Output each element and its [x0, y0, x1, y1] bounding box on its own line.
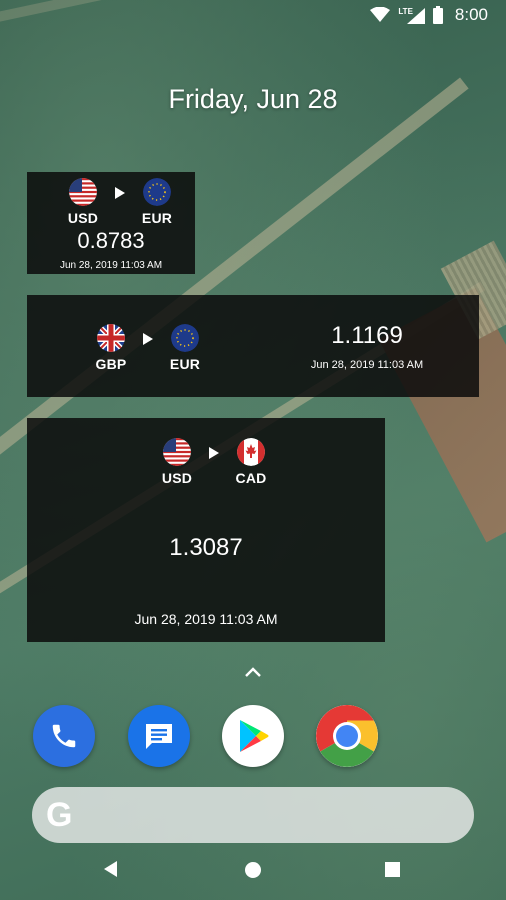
uk-flag-icon — [97, 324, 125, 352]
exchange-rate: 0.8783 — [77, 228, 145, 253]
navigation-bar — [0, 840, 506, 900]
from-currency-code: USD — [67, 210, 99, 226]
update-timestamp: Jun 28, 2019 11:03 AM — [59, 260, 163, 271]
arrow-right-icon — [209, 447, 219, 459]
google-g-icon: G — [46, 795, 73, 834]
status-bar: LTE 8:00 — [0, 0, 506, 30]
battery-icon — [432, 6, 443, 24]
home-icon[interactable] — [245, 862, 261, 878]
currency-widget-usd-cad[interactable]: USD CAD 1.3087 Jun 28, 2019 11:03 AM — [27, 418, 385, 642]
back-icon[interactable] — [104, 861, 117, 877]
play-store-app-icon[interactable] — [222, 705, 284, 767]
update-timestamp: Jun 28, 2019 11:03 AM — [310, 359, 424, 371]
exchange-rate: 1.3087 — [169, 534, 243, 561]
currency-pair: USD EUR — [63, 178, 177, 226]
update-timestamp: Jun 28, 2019 11:03 AM — [134, 611, 278, 627]
arrow-right-icon — [143, 333, 153, 345]
to-currency-code: EUR — [169, 356, 201, 372]
currency-pair: USD CAD — [157, 438, 271, 486]
us-flag-icon — [69, 178, 97, 206]
clock: 8:00 — [454, 5, 488, 24]
currency-pair: GBP EUR — [91, 324, 205, 372]
dock — [0, 705, 506, 769]
canada-flag-icon — [237, 438, 265, 466]
wifi-icon — [370, 7, 391, 22]
currency-widget-gbp-eur[interactable]: GBP EUR 1.1169 Jun 28, 2019 11:03 AM — [27, 295, 479, 397]
chrome-app-icon[interactable] — [316, 705, 378, 767]
from-currency-code: USD — [161, 470, 193, 486]
to-currency-code: CAD — [235, 470, 267, 486]
google-search-bar[interactable]: G — [32, 787, 474, 843]
app-drawer-caret-icon[interactable] — [244, 662, 262, 683]
recents-icon[interactable] — [385, 862, 400, 877]
from-currency-code: GBP — [95, 356, 127, 372]
phone-app-icon[interactable] — [33, 705, 95, 767]
us-flag-icon — [163, 438, 191, 466]
exchange-rate: 1.1169 — [331, 322, 403, 349]
arrow-right-icon — [115, 187, 125, 199]
messages-app-icon[interactable] — [128, 705, 190, 767]
eu-flag-icon — [143, 178, 171, 206]
to-currency-code: EUR — [141, 210, 173, 226]
currency-widget-usd-eur[interactable]: USD EUR 0.8783 Jun 28, 2019 11:03 AM — [27, 172, 195, 274]
eu-flag-icon — [171, 324, 199, 352]
lte-signal-icon: LTE — [398, 7, 425, 24]
date-label[interactable]: Friday, Jun 28 — [0, 84, 506, 115]
